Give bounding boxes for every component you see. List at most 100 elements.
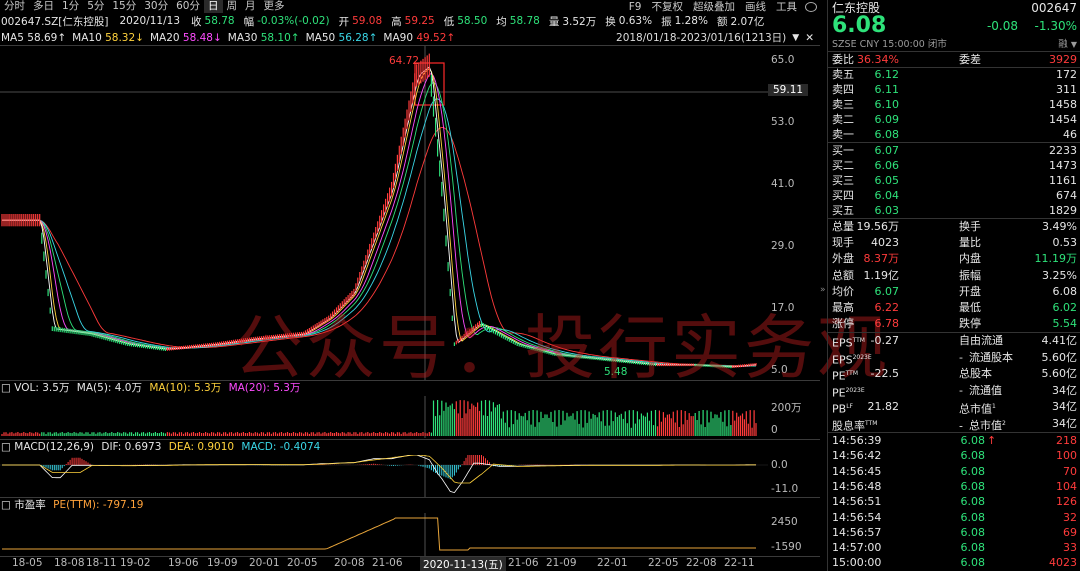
volume-bar [353,432,355,436]
collapse-panel-icon[interactable]: » [820,285,827,299]
volume-bar [303,433,305,436]
volume-bar [260,432,262,436]
bid-row[interactable]: 买五 6.03 1829 [828,203,1080,218]
tab-15min[interactable]: 15分 [108,0,140,13]
volume-bar [304,432,307,436]
volume-bar [109,432,111,436]
tab-multi-day[interactable]: 多日 [29,0,58,13]
fin-value: 4.41亿 [1041,334,1078,347]
volume-bar [690,416,692,436]
tools-button[interactable]: 工具 [771,0,802,14]
volume-bar [284,432,287,436]
volume-bar [606,410,608,436]
vol-legend: □ VOL: 3.5万 MA(5): 4.0万 MA(10): 5.3万 MA(… [1,382,301,394]
bid-row[interactable]: 买二 6.06 1473 [828,158,1080,173]
tab-30min[interactable]: 30分 [140,0,172,13]
volume-bar [528,410,530,436]
ask-row[interactable]: 卖五 6.12 172 [828,67,1080,82]
x-tick: 22-11 [724,557,755,569]
tab-daily[interactable]: 日 [204,0,223,13]
tick-price: 6.08 [960,479,986,493]
volume-bar [310,432,312,436]
volume-bar [164,433,166,436]
bid-row[interactable]: 买一 6.07 2233 [828,143,1080,158]
tab-intraday[interactable]: 分时 [0,0,29,13]
ask-row[interactable]: 卖二 6.09 1454 [828,112,1080,127]
volume-bar [418,433,420,436]
x-tick: 20-08 [334,557,365,569]
pe-legend: □ 市盈率 PE(TTM): -797.19 [1,499,144,511]
y-tick: 0.0 [771,459,788,471]
volume-bar [11,432,13,436]
tab-monthly[interactable]: 月 [241,0,260,13]
volume-bar [363,433,365,436]
bid-row[interactable]: 买四 6.04 674 [828,188,1080,203]
book-price: 6.10 [874,98,900,111]
book-price: 6.11 [874,83,900,96]
volume-bar [510,410,512,436]
volume-bar [574,419,576,436]
volume-bar [320,433,322,436]
x-tick: 19-02 [120,557,151,569]
x-tick: 19-09 [207,557,238,569]
ask-row[interactable]: 卖四 6.11 311 [828,82,1080,97]
volume-bar [404,432,406,436]
x-tick: 18-08 [54,557,85,569]
volume-bar [101,433,103,436]
panel-toggle-icon[interactable]: □ [1,499,11,511]
volume-bar [682,424,684,436]
volume-bar [580,410,582,436]
volume-bar [375,433,377,436]
chevron-down-icon[interactable]: ▼ [1071,40,1077,49]
tab-weekly[interactable]: 周 [223,0,242,13]
volume-bar [67,432,69,436]
tick-row: 14:57:00 6.08 33 [828,540,1080,555]
volume-bar [203,433,205,436]
tab-60min[interactable]: 60分 [172,0,204,13]
macd-chart[interactable] [0,455,768,497]
panel-toggle-icon[interactable]: □ [1,382,11,394]
volume-bar [280,432,283,436]
pe-line [2,517,756,551]
overlay-button[interactable]: 超级叠加 [688,0,740,14]
no-adjust-button[interactable]: 不复权 [647,0,689,14]
draw-line-button[interactable]: 画线 [740,0,771,14]
tab-1min[interactable]: 1分 [58,0,83,13]
volume-bar [432,400,435,436]
bid-row[interactable]: 买三 6.05 1161 [828,173,1080,188]
stat-value: 8.37万 [863,252,900,266]
volume-bar [119,432,121,436]
volume-bar [5,432,7,436]
volume-bar [121,433,123,436]
ask-row[interactable]: 卖一 6.08 46 [828,127,1080,142]
f9-button[interactable]: F9 [624,1,647,13]
volume-bar [236,432,239,436]
volume-bar [137,432,139,436]
volume-bar [385,432,387,436]
close-icon[interactable]: ✕ [805,32,814,44]
tab-more[interactable]: 更多 [260,0,289,13]
panel-toggle-icon[interactable]: □ [1,441,11,453]
peak-label: 64.72 [389,55,420,67]
volume-bar [668,414,670,436]
volume-chart[interactable] [0,396,768,438]
chevron-down-icon[interactable]: ▼ [792,33,799,43]
volume-bar [518,413,520,436]
gear-icon[interactable] [805,1,817,12]
volume-bar [31,432,33,436]
volume-bar [341,432,343,436]
ask-row[interactable]: 卖三 6.10 1458 [828,97,1080,112]
volume-bar [618,415,620,436]
book-volume: 1829 [1049,204,1077,217]
volume-bar [560,424,562,436]
volume-bar [477,402,479,436]
low-value: 58.50 [457,15,488,27]
volume-bar [712,418,714,436]
pe-chart[interactable] [0,513,768,556]
volume-bar [391,432,393,436]
crosshair-date: 2020-11-13(五) [420,557,506,571]
tab-5min[interactable]: 5分 [83,0,108,13]
volume-bar [211,432,213,436]
volume-bar [389,433,391,436]
book-volume: 1473 [1049,159,1077,172]
